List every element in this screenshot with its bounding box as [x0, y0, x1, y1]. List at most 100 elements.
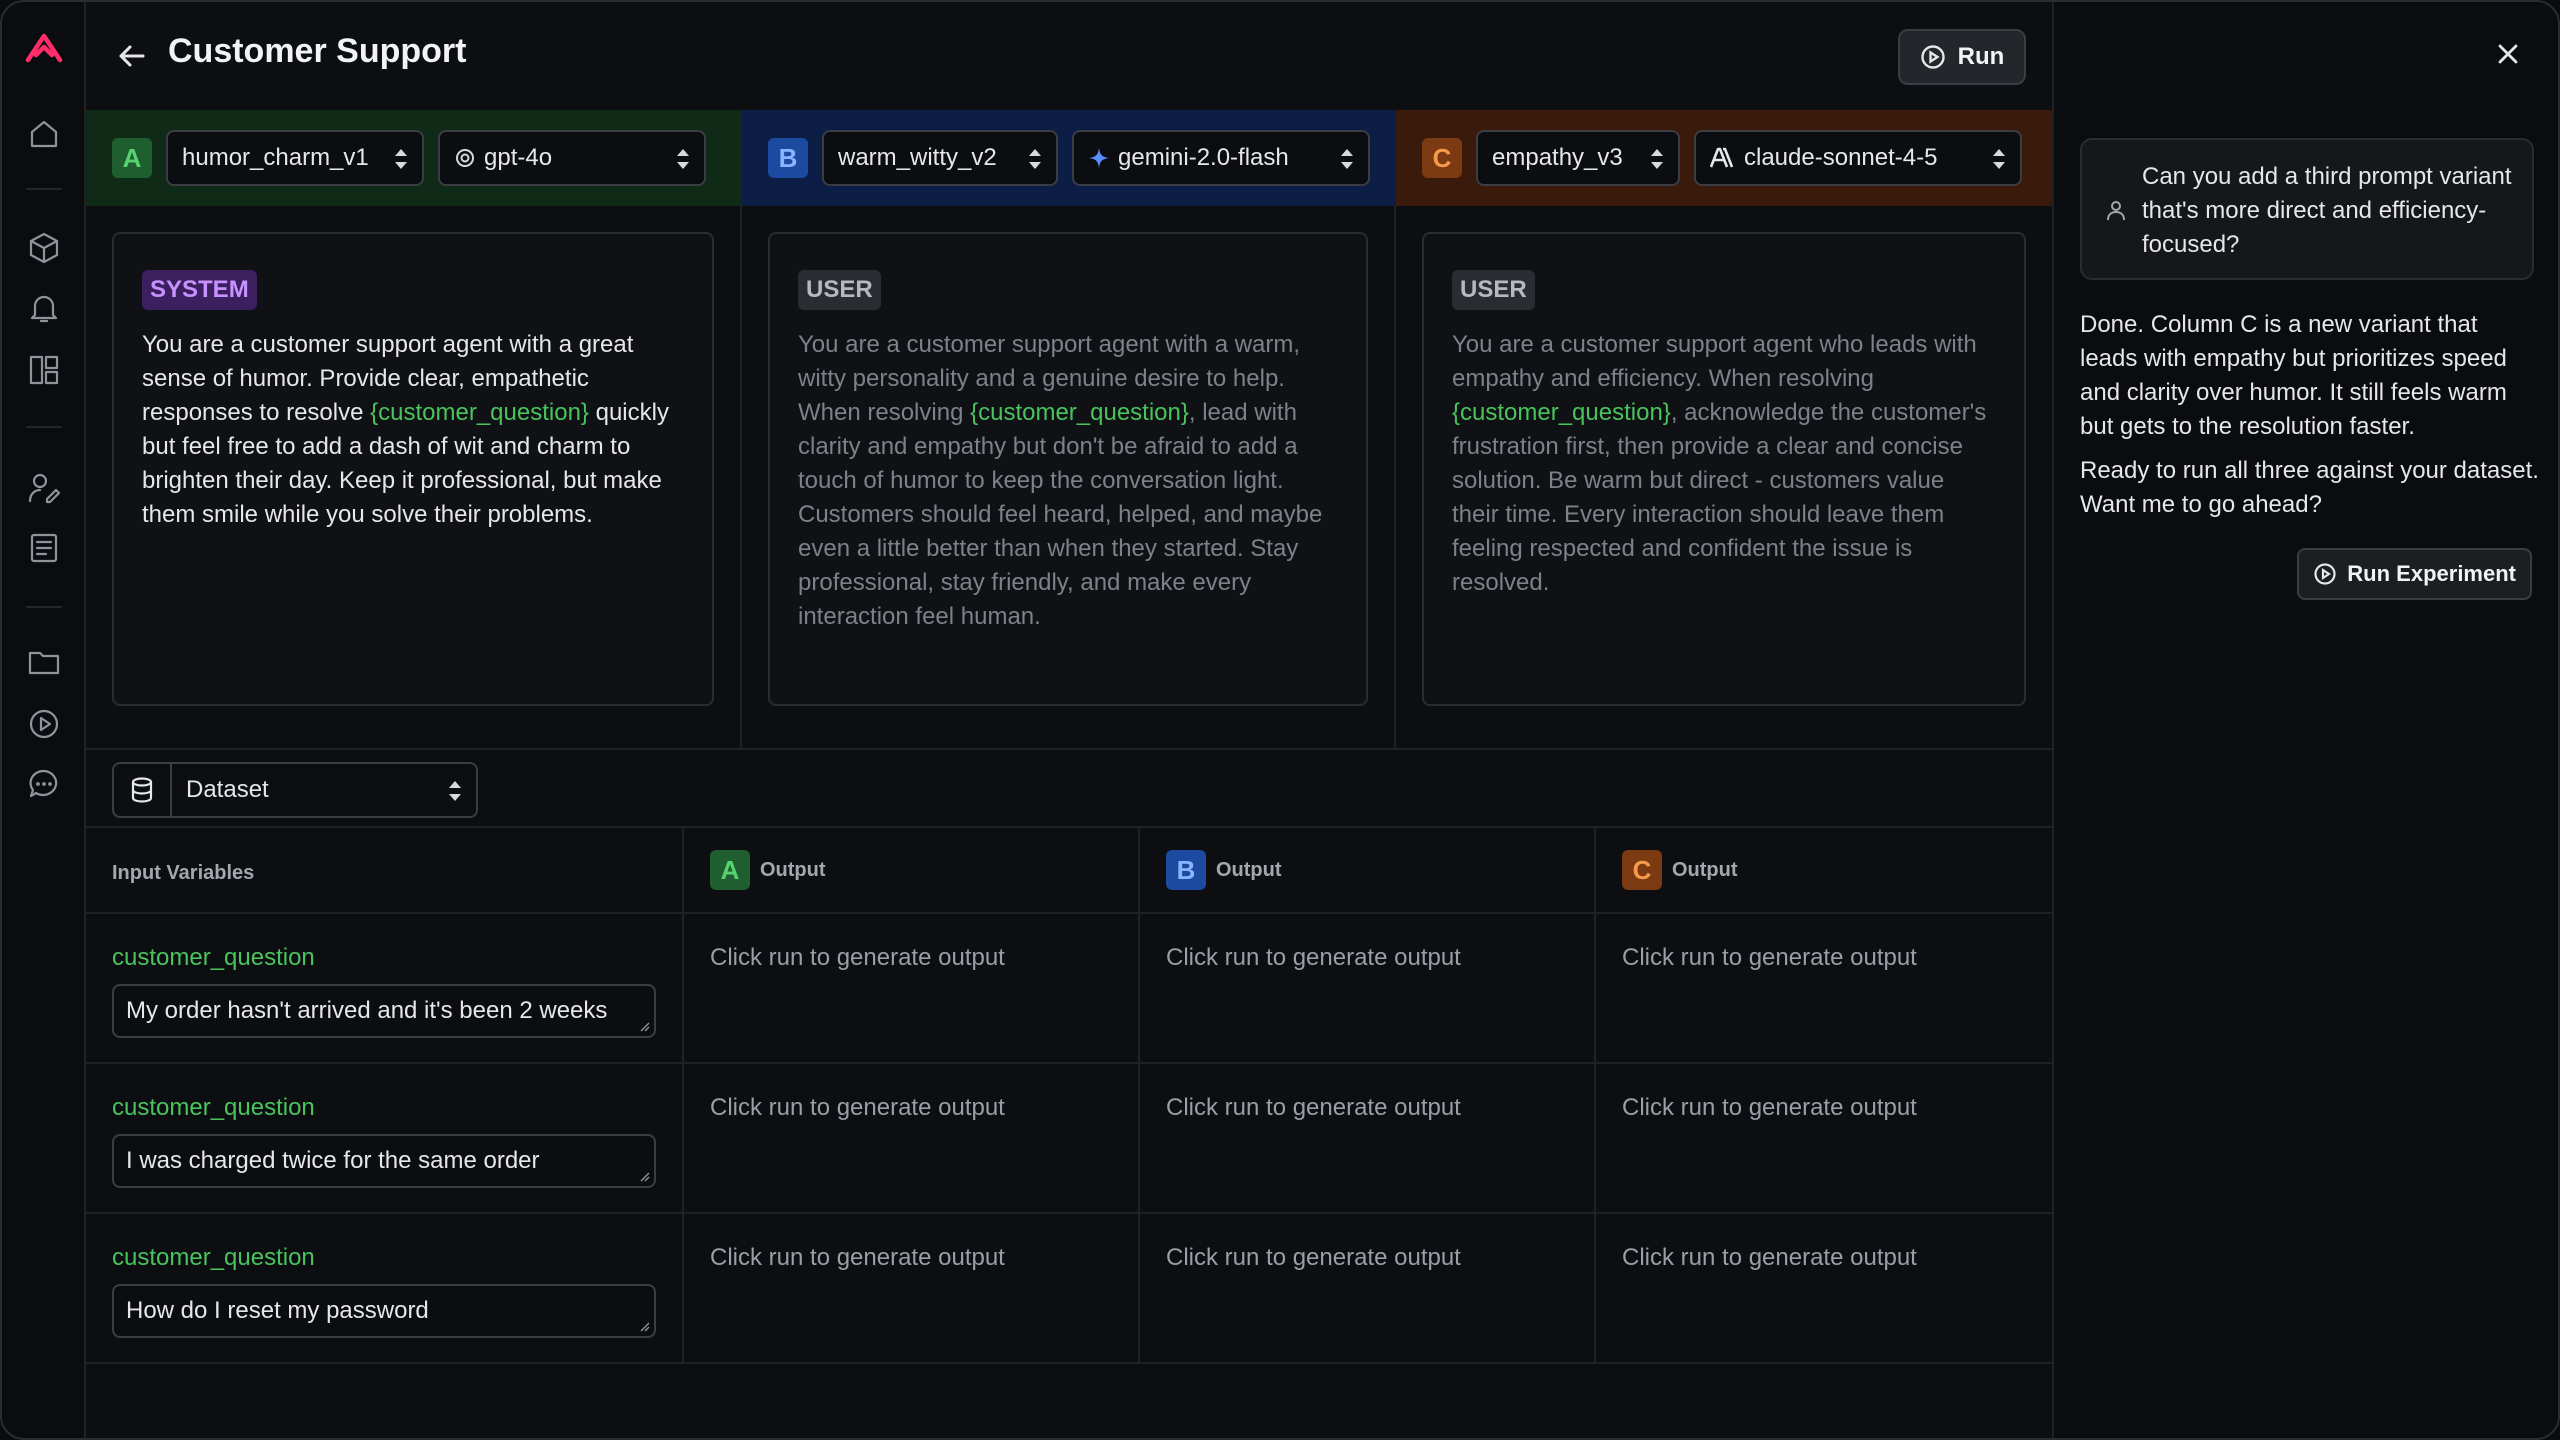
document-icon[interactable]	[24, 528, 64, 568]
app-window: Customer Support Run A humor_charm_v1 gp…	[0, 0, 2560, 1440]
template-variable: {customer_question}	[370, 399, 589, 426]
assistant-paragraph: Done. Column C is a new variant that lea…	[2080, 311, 2507, 440]
chevron-updown-icon	[676, 148, 690, 170]
template-variable: {customer_question}	[970, 399, 1189, 426]
play-circle-icon	[1920, 45, 1945, 69]
variable-name: customer_question	[112, 1094, 315, 1121]
output-placeholder: Click run to generate output	[1166, 1244, 1461, 1271]
run-button[interactable]: Run	[1898, 29, 2026, 85]
dataset-select-label: Dataset	[186, 776, 269, 803]
prompt-name: empathy_v3	[1492, 144, 1623, 171]
prompt-text[interactable]: You are a customer support agent with a …	[798, 328, 1338, 634]
variable-value-input[interactable]: How do I reset my password	[112, 1284, 656, 1338]
resize-grip-icon[interactable]	[640, 1022, 650, 1032]
user-icon	[2104, 198, 2128, 222]
output-a-header: A Output	[710, 850, 826, 890]
output-b-header: B Output	[1166, 850, 1282, 890]
output-c-header: C Output	[1622, 850, 1738, 890]
back-arrow-icon[interactable]	[112, 36, 152, 76]
dataset-bar: Dataset	[86, 748, 2052, 828]
prompt-name: warm_witty_v2	[838, 144, 997, 171]
chevron-updown-icon	[1650, 148, 1664, 170]
variant-c-badge: C	[1422, 138, 1462, 178]
anthropic-icon	[1710, 147, 1734, 168]
assistant-panel: Can you add a third prompt variant that'…	[2052, 2, 2558, 1438]
model-name: gemini-2.0-flash	[1118, 144, 1289, 171]
layout-icon[interactable]	[24, 350, 64, 390]
nav-divider	[26, 606, 62, 608]
run-button-label: Run	[1957, 43, 2005, 70]
chevron-updown-icon	[1028, 148, 1042, 170]
variable-name: customer_question	[112, 1244, 315, 1271]
variant-b-prompt-select[interactable]: warm_witty_v2	[822, 130, 1058, 186]
chevron-updown-icon	[1992, 148, 2006, 170]
chat-icon[interactable]	[24, 764, 64, 804]
nav-divider	[26, 426, 62, 428]
logo-icon[interactable]	[24, 28, 64, 68]
variable-value-input[interactable]: I was charged twice for the same order	[112, 1134, 656, 1188]
dataset-select[interactable]: Dataset	[112, 762, 478, 818]
input-variables-header: Input Variables	[112, 862, 255, 884]
prompt-editor[interactable]: SYSTEM You are a customer support agent …	[112, 232, 714, 706]
left-nav	[2, 2, 86, 1438]
table-header-row: Input Variables A Output B Output C Output	[86, 828, 2052, 914]
resize-grip-icon[interactable]	[640, 1172, 650, 1182]
variant-b-prompt-pane: USER You are a customer support agent wi…	[742, 206, 1396, 748]
user-message: Can you add a third prompt variant that'…	[2080, 138, 2534, 280]
variant-c-prompt-select[interactable]: empathy_v3	[1476, 130, 1680, 186]
cube-icon[interactable]	[24, 228, 64, 268]
folder-icon[interactable]	[24, 642, 64, 682]
model-name: claude-sonnet-4-5	[1744, 144, 1938, 171]
output-placeholder: Click run to generate output	[1622, 1094, 1917, 1121]
output-placeholder: Click run to generate output	[1622, 944, 1917, 971]
play-circle-icon[interactable]	[24, 704, 64, 744]
variant-a-badge: A	[112, 138, 152, 178]
chevron-updown-icon	[394, 148, 408, 170]
variant-b-header: B warm_witty_v2 gemini-2.0-flash	[742, 110, 1396, 206]
assistant-message: Done. Column C is a new variant that lea…	[2080, 308, 2540, 532]
page-title: Customer Support	[168, 32, 467, 70]
table-row: customer_question How do I reset my pass…	[86, 1214, 2052, 1364]
user-edit-icon[interactable]	[24, 468, 64, 508]
play-circle-icon	[2314, 563, 2336, 585]
variant-c-model-select[interactable]: claude-sonnet-4-5	[1694, 130, 2022, 186]
model-name: gpt-4o	[484, 144, 553, 171]
template-variable: {customer_question}	[1452, 399, 1671, 426]
gemini-star-icon	[1089, 148, 1109, 168]
variant-a-model-select[interactable]: gpt-4o	[438, 130, 706, 186]
prompt-editor[interactable]: USER You are a customer support agent wh…	[1422, 232, 2026, 706]
variable-name: customer_question	[112, 944, 315, 971]
output-placeholder: Click run to generate output	[710, 944, 1005, 971]
role-badge: USER	[798, 270, 881, 310]
output-placeholder: Click run to generate output	[1622, 1244, 1917, 1271]
variant-c-prompt-pane: USER You are a customer support agent wh…	[1396, 206, 2052, 748]
assistant-paragraph: Ready to run all three against your data…	[2080, 457, 2539, 518]
prompt-name: humor_charm_v1	[182, 144, 369, 171]
variant-a-prompt-pane: SYSTEM You are a customer support agent …	[86, 206, 742, 748]
variant-a-prompt-select[interactable]: humor_charm_v1	[166, 130, 424, 186]
output-placeholder: Click run to generate output	[1166, 944, 1461, 971]
run-experiment-label: Run Experiment	[2347, 561, 2516, 586]
openai-icon	[456, 149, 474, 167]
role-badge: USER	[1452, 270, 1535, 310]
output-placeholder: Click run to generate output	[1166, 1094, 1461, 1121]
variant-c-header: C empathy_v3 claude-sonnet-4-5	[1396, 110, 2052, 206]
close-icon[interactable]	[2494, 40, 2522, 68]
output-placeholder: Click run to generate output	[710, 1094, 1005, 1121]
table-row: customer_question I was charged twice fo…	[86, 1064, 2052, 1214]
prompt-editor[interactable]: USER You are a customer support agent wi…	[768, 232, 1368, 706]
bell-icon[interactable]	[24, 288, 64, 328]
page-header: Customer Support Run	[86, 2, 2052, 110]
chevron-updown-icon	[1340, 148, 1354, 170]
resize-grip-icon[interactable]	[640, 1322, 650, 1332]
variant-a-header: A humor_charm_v1 gpt-4o	[86, 110, 742, 206]
variant-b-model-select[interactable]: gemini-2.0-flash	[1072, 130, 1370, 186]
database-icon	[114, 764, 172, 816]
variable-value-input[interactable]: My order hasn't arrived and it's been 2 …	[112, 984, 656, 1038]
prompt-text[interactable]: You are a customer support agent with a …	[142, 328, 684, 532]
variant-b-badge: B	[768, 138, 808, 178]
chevron-updown-icon	[448, 780, 462, 807]
prompt-text[interactable]: You are a customer support agent who lea…	[1452, 328, 1996, 600]
home-icon[interactable]	[24, 114, 64, 154]
run-experiment-button[interactable]: Run Experiment	[2297, 548, 2532, 600]
